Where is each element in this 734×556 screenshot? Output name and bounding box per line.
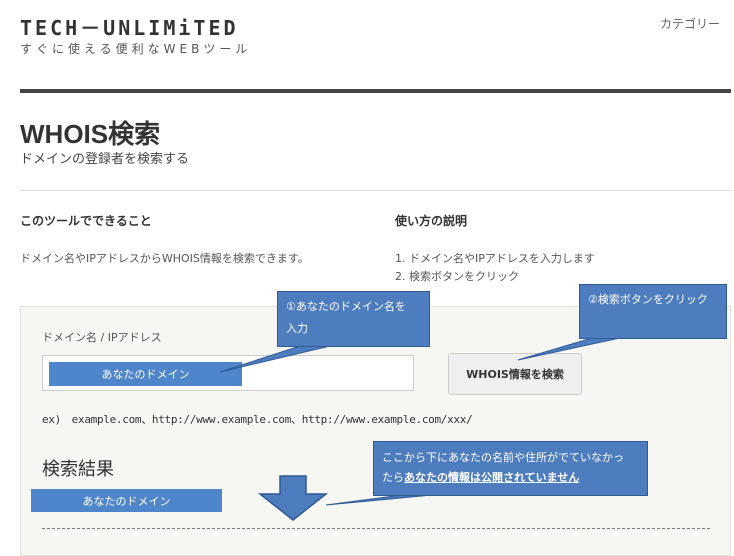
down-arrow-icon xyxy=(257,475,329,521)
callout3-emphasis: あなたの情報は公開されていません xyxy=(404,471,580,484)
callout-enter-domain: ①あなたのドメイン名を 入力 xyxy=(277,291,430,347)
callout3-line: たらあなたの情報は公開されていません xyxy=(382,468,639,488)
callout2-text: ②検索ボタンをクリック xyxy=(588,293,708,306)
callout-click-search: ②検索ボタンをクリック xyxy=(579,284,727,339)
callout2-pointer xyxy=(517,337,621,361)
callout1-line: 入力 xyxy=(286,322,308,335)
callout-results-note: ここから下にあなたの名前や住所がでていなかっ たらあなたの情報は公開されていませ… xyxy=(373,441,648,496)
callout1-line: ①あなたのドメイン名を xyxy=(286,300,406,313)
callout3-line: ここから下にあなたの名前や住所がでていなかっ xyxy=(382,451,624,464)
callout3-prefix: たら xyxy=(382,471,404,484)
callout3-pointer xyxy=(325,494,433,506)
callout1-pointer xyxy=(219,345,331,373)
